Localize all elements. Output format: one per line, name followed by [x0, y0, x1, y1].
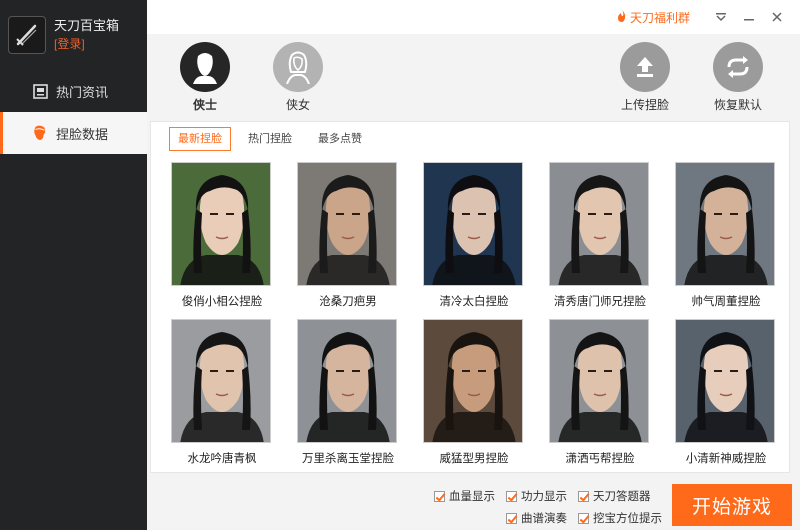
promo-label: 天刀福利群 [629, 10, 690, 25]
face-thumbnail [675, 319, 775, 443]
face-caption: 威猛型男捏脸 [439, 453, 509, 465]
face-caption: 潇洒丐帮捏脸 [565, 453, 635, 465]
welfare-group-link[interactable]: 天刀福利群 [617, 9, 690, 26]
sidebar-item-label: 热门资讯 [56, 84, 109, 100]
female-icon [273, 42, 323, 92]
face-card[interactable]: 水龙吟唐青枫 [171, 319, 273, 466]
face-card[interactable]: 万里杀离玉堂捏脸 [297, 319, 399, 466]
app-logo-icon [8, 16, 46, 54]
face-thumbnail [171, 162, 271, 286]
minimize-button[interactable] [738, 6, 760, 28]
restore-label: 恢复默认 [713, 98, 762, 112]
close-icon [772, 12, 782, 22]
upload-face-button[interactable]: 上传捏脸 [615, 42, 675, 113]
male-icon [180, 42, 230, 92]
sidebar-item-hot-news[interactable]: 热门资讯 [0, 70, 147, 112]
option-checkbox[interactable]: 天刀答题器 [578, 488, 651, 504]
male-label: 侠士 [192, 98, 217, 112]
checkmark-icon [506, 512, 517, 524]
face-icon [32, 125, 48, 141]
option-checkbox[interactable]: 挖宝方位提示 [578, 510, 662, 526]
face-card[interactable]: 清秀唐门师兄捏脸 [549, 162, 651, 309]
checkmark-icon [434, 490, 445, 502]
face-thumbnail [171, 319, 271, 443]
face-caption: 俊俏小相公捏脸 [181, 296, 263, 308]
minimize-icon [744, 19, 754, 21]
face-thumbnail [675, 162, 775, 286]
news-icon [32, 83, 48, 99]
face-thumbnail [297, 162, 397, 286]
option-checkbox[interactable]: 曲谱演奏 [506, 510, 567, 526]
sidebar-item-label: 捏脸数据 [56, 126, 109, 142]
close-button[interactable] [766, 6, 788, 28]
face-tabs: 最新捏脸 热门捏脸 最多点赞 [169, 127, 379, 151]
face-thumbnail [423, 162, 523, 286]
checkmark-icon [578, 490, 589, 502]
face-card[interactable]: 沧桑刀疤男 [297, 162, 399, 309]
sidebar-item-face-data[interactable]: 捏脸数据 [0, 112, 147, 154]
tab-latest[interactable]: 最新捏脸 [169, 127, 231, 151]
face-caption: 清冷太白捏脸 [439, 296, 509, 308]
restore-default-button[interactable]: 恢复默认 [708, 42, 768, 113]
face-thumbnail [549, 162, 649, 286]
menu-chevron-icon [716, 13, 726, 22]
option-label: 天刀答题器 [593, 491, 651, 503]
login-link[interactable]: [登录] [54, 35, 119, 53]
start-game-button[interactable]: 开始游戏 [672, 484, 792, 526]
fire-icon [617, 9, 627, 25]
face-caption: 小清新神威捏脸 [685, 453, 767, 465]
face-thumbnail [549, 319, 649, 443]
checkmark-icon [506, 490, 517, 502]
option-checkbox[interactable]: 血量显示 [434, 488, 495, 504]
face-thumbnail [297, 319, 397, 443]
option-label: 曲谱演奏 [521, 513, 567, 525]
face-card[interactable]: 清冷太白捏脸 [423, 162, 525, 309]
face-card[interactable]: 帅气周董捏脸 [675, 162, 777, 309]
face-thumbnail [423, 319, 523, 443]
option-label: 血量显示 [449, 491, 495, 503]
title-bar: 天刀福利群 [147, 0, 800, 34]
tab-most-liked[interactable]: 最多点赞 [309, 127, 371, 151]
option-checkbox[interactable]: 功力显示 [506, 488, 567, 504]
option-label: 功力显示 [521, 491, 567, 503]
male-gender-button[interactable]: 侠士 [175, 42, 235, 113]
face-list-panel: 最新捏脸 热门捏脸 最多点赞 俊俏小相公捏脸 沧桑刀疤男 清冷太白捏脸 清秀唐门师兄捏… [150, 121, 790, 473]
brand: 天刀百宝箱 [登录] [0, 0, 147, 70]
female-gender-button[interactable]: 侠女 [268, 42, 328, 113]
dropdown-menu-button[interactable] [710, 6, 732, 28]
female-label: 侠女 [285, 98, 310, 112]
upload-icon [620, 42, 670, 92]
face-caption: 沧桑刀疤男 [319, 296, 377, 308]
face-header: 侠士 侠女 上传捏脸 恢复默认 [147, 34, 800, 118]
app-name: 天刀百宝箱 [54, 18, 120, 33]
face-card[interactable]: 小清新神威捏脸 [675, 319, 777, 466]
upload-label: 上传捏脸 [620, 98, 669, 112]
face-card[interactable]: 威猛型男捏脸 [423, 319, 525, 466]
face-card[interactable]: 潇洒丐帮捏脸 [549, 319, 651, 466]
face-caption: 清秀唐门师兄捏脸 [554, 296, 646, 308]
face-caption: 帅气周董捏脸 [691, 296, 761, 308]
face-card[interactable]: 俊俏小相公捏脸 [171, 162, 273, 309]
tab-hot[interactable]: 热门捏脸 [239, 127, 301, 151]
checkmark-icon [578, 512, 589, 524]
sidebar: 天刀百宝箱 [登录] 热门资讯 捏脸数据 [0, 0, 147, 530]
refresh-icon [713, 42, 763, 92]
option-label: 挖宝方位提示 [593, 513, 662, 525]
face-caption: 万里杀离玉堂捏脸 [302, 453, 394, 465]
face-caption: 水龙吟唐青枫 [187, 453, 257, 465]
